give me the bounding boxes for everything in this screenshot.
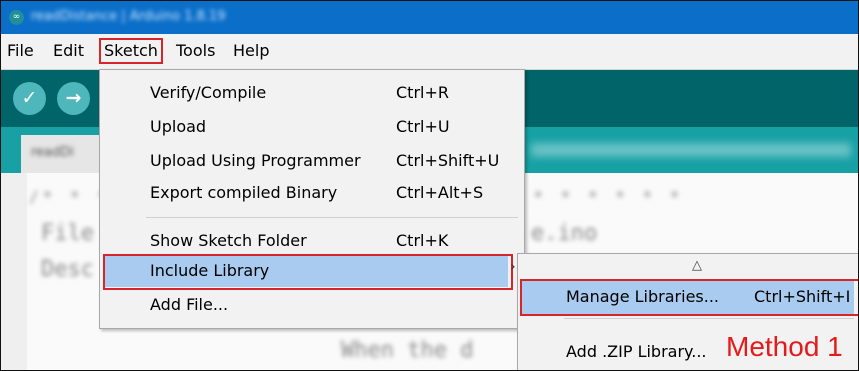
blurred-code: Desc xyxy=(41,257,94,282)
menu-item-label: Add .ZIP Library... xyxy=(566,342,707,361)
scroll-up-icon[interactable]: △ xyxy=(692,258,702,273)
menu-sketch[interactable]: Sketch xyxy=(99,38,163,64)
menu-item-label: Upload xyxy=(150,117,207,136)
arduino-ide-window: ∞ readDistance | Arduino 1.8.19 File Edi… xyxy=(0,0,859,371)
menu-item-label: Upload Using Programmer xyxy=(150,151,361,170)
arrow-right-icon: → xyxy=(65,87,82,109)
menu-item-label: Show Sketch Folder xyxy=(150,231,307,250)
menu-item-shortcut: Ctrl+K xyxy=(396,231,449,250)
sketch-tab-label-blurred: readDi xyxy=(31,145,74,160)
window-title: readDistance | Arduino 1.8.19 xyxy=(31,9,226,24)
menu-item-label: Add File... xyxy=(150,295,229,314)
menu-separator xyxy=(564,318,854,319)
blurred-code: e.ino xyxy=(531,221,598,246)
menu-item-shortcut: Ctrl+U xyxy=(396,117,450,136)
menu-file[interactable]: File xyxy=(4,40,37,62)
line-gutter xyxy=(1,173,27,370)
menu-tools[interactable]: Tools xyxy=(173,40,218,62)
menu-item-export-compiled-binary[interactable]: Export compiled Binary Ctrl+Alt+S xyxy=(100,178,524,209)
include-library-submenu: △ Manage Libraries... Ctrl+Shift+I Add .… xyxy=(517,253,858,370)
menu-help[interactable]: Help xyxy=(230,40,272,62)
submenu-arrow-icon: › xyxy=(510,259,516,275)
menu-item-verify-compile[interactable]: Verify/Compile Ctrl+R xyxy=(100,78,524,109)
blurred-code: File xyxy=(41,221,94,246)
menu-item-shortcut: Ctrl+Alt+S xyxy=(396,183,484,202)
arduino-logo-icon: ∞ xyxy=(9,10,24,25)
menu-bar: File Edit Sketch Tools Help xyxy=(1,34,858,70)
menu-item-upload-using-programmer[interactable]: Upload Using Programmer Ctrl+Shift+U xyxy=(100,146,524,177)
method-annotation: Method 1 xyxy=(726,331,843,362)
menu-separator xyxy=(146,217,518,218)
menu-edit[interactable]: Edit xyxy=(50,40,87,62)
upload-button[interactable]: → xyxy=(57,82,90,115)
check-icon: ✓ xyxy=(21,87,38,109)
tabbar-blurred-area xyxy=(531,143,851,157)
manage-libraries-highlight-outline xyxy=(520,279,858,316)
verify-button[interactable]: ✓ xyxy=(13,82,46,115)
menu-item-add-file[interactable]: Add File... xyxy=(100,290,524,321)
menu-item-show-sketch-folder[interactable]: Show Sketch Folder Ctrl+K xyxy=(100,226,524,257)
menu-item-shortcut: Ctrl+R xyxy=(396,83,449,102)
sketch-dropdown-menu: Verify/Compile Ctrl+R Upload Ctrl+U Uplo… xyxy=(99,69,525,329)
menu-item-upload[interactable]: Upload Ctrl+U xyxy=(100,112,524,143)
menu-item-label: Verify/Compile xyxy=(150,83,267,102)
menu-item-label: Export compiled Binary xyxy=(150,183,338,202)
title-bar: ∞ readDistance | Arduino 1.8.19 xyxy=(1,1,858,34)
include-library-highlight-outline xyxy=(103,254,513,290)
menu-item-shortcut: Ctrl+Shift+U xyxy=(396,151,500,170)
blurred-code: When the d xyxy=(341,338,474,363)
